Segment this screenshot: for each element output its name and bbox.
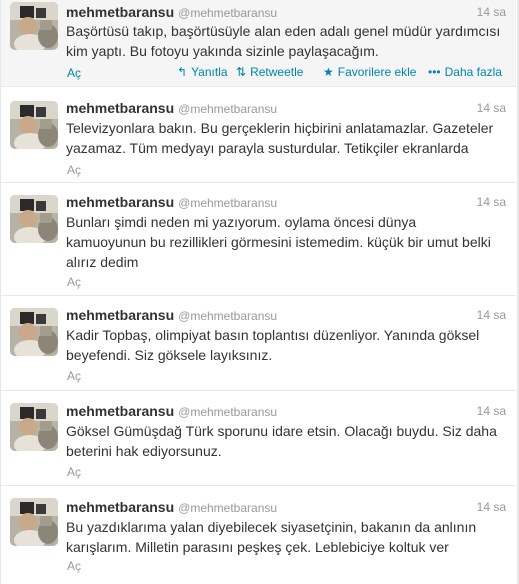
author-handle[interactable]: @mehmetbaransu	[178, 196, 277, 210]
author-name[interactable]: mehmetbaransu	[66, 403, 174, 419]
tweet-text: Kadir Topbaş, olimpiyat basın toplantısı…	[66, 325, 506, 365]
tweet-item[interactable]: mehmetbaransu @mehmetbaransu 14 sa Kadir …	[1, 296, 516, 391]
avatar[interactable]	[10, 2, 58, 50]
reply-arrow-icon: ↰	[177, 65, 188, 79]
author-name[interactable]: mehmetbaransu	[66, 100, 174, 116]
expand-tweet-link[interactable]: Aç	[67, 559, 81, 573]
tweet-text-line: kim yaptı. Bu fotoyu yakında sizinle pay…	[66, 43, 379, 59]
tweet-header: mehmetbaransu @mehmetbaransu 14 sa	[66, 499, 506, 517]
tweet-text-line: kamuoyunun bu rezillikleri görmesini ist…	[66, 234, 491, 250]
tweet-text: Bu yazdıklarıma yalan diyebilecek siyase…	[66, 517, 506, 557]
favorite-label: Favorilere ekle	[337, 65, 417, 79]
author-handle[interactable]: @mehmetbaransu	[178, 6, 277, 20]
author-handle[interactable]: @mehmetbaransu	[178, 405, 277, 419]
author-handle[interactable]: @mehmetbaransu	[178, 501, 277, 515]
tweet-header: mehmetbaransu @mehmetbaransu 14 sa	[66, 100, 506, 118]
expand-tweet-link[interactable]: Aç	[67, 369, 81, 383]
avatar[interactable]	[10, 195, 58, 243]
retweet-arrows-icon: ⇅	[236, 65, 247, 79]
more-button[interactable]: ••• Daha fazla	[428, 65, 502, 79]
tweet-timestamp[interactable]: 14 sa	[477, 500, 506, 514]
tweet-text-line: Bunları şimdi neden mi yazıyorum. oylama…	[66, 214, 417, 230]
tweet-header: mehmetbaransu @mehmetbaransu 14 sa	[66, 307, 506, 325]
tweet-item[interactable]: mehmetbaransu @mehmetbaransu 14 sa Göksel…	[1, 391, 516, 486]
author-name[interactable]: mehmetbaransu	[66, 4, 174, 20]
avatar[interactable]	[10, 403, 58, 451]
tweet-item[interactable]: mehmetbaransu @mehmetbaransu 14 sa Başört…	[1, 0, 516, 87]
retweet-label: Retweetle	[250, 65, 304, 79]
tweet-text-line: Başörtüsü takıp, başörtüsüyle alan eden …	[66, 23, 501, 39]
tweet-item[interactable]: mehmetbaransu @mehmetbaransu 14 sa Televi…	[1, 87, 516, 183]
tweet-text: Başörtüsü takıp, başörtüsüyle alan eden …	[66, 21, 506, 61]
tweet-text-line: beterini hak ediyorsunuz.	[66, 443, 222, 459]
expand-tweet-link[interactable]: Aç	[67, 163, 81, 177]
avatar[interactable]	[10, 308, 58, 356]
more-label: Daha fazla	[444, 65, 502, 79]
tweet-text-line: Göksel Gümüşdağ Türk sporunu idare etsin…	[66, 423, 497, 439]
tweet-text-line: alırız dedim	[66, 254, 139, 270]
retweet-button[interactable]: ⇅ Retweetle	[236, 65, 303, 79]
tweet-timestamp[interactable]: 14 sa	[477, 5, 506, 19]
tweet-text: Göksel Gümüşdağ Türk sporunu idare etsin…	[66, 421, 506, 461]
tweet-text-line: Bu yazdıklarıma yalan diyebilecek siyase…	[66, 519, 477, 535]
reply-label: Yanıtla	[191, 65, 228, 79]
avatar[interactable]	[10, 101, 58, 149]
tweet-timestamp[interactable]: 14 sa	[477, 308, 506, 322]
expand-tweet-link[interactable]: Aç	[67, 66, 81, 80]
author-handle[interactable]: @mehmetbaransu	[178, 309, 277, 323]
expand-tweet-link[interactable]: Aç	[67, 465, 81, 479]
star-icon: ★	[323, 65, 334, 79]
tweet-header: mehmetbaransu @mehmetbaransu 14 sa	[66, 4, 506, 22]
tweet-text-line: Kadir Topbaş, olimpiyat basın toplantısı…	[66, 327, 480, 343]
author-name[interactable]: mehmetbaransu	[66, 194, 174, 210]
reply-button[interactable]: ↰ Yanıtla	[177, 65, 228, 79]
tweet-text-line: Televizyonlara bakın. Bu gerçeklerin hiç…	[66, 120, 494, 136]
tweet-item[interactable]: mehmetbaransu @mehmetbaransu 14 sa Bunlar…	[1, 183, 516, 296]
tweet-text: Televizyonlara bakın. Bu gerçeklerin hiç…	[66, 118, 506, 158]
tweet-item[interactable]: mehmetbaransu @mehmetbaransu 14 sa Bu yaz…	[1, 486, 516, 584]
tweet-text-line: yazamaz. Tüm medyayı parayla susturdular…	[66, 140, 469, 156]
tweet-timestamp[interactable]: 14 sa	[477, 101, 506, 115]
favorite-button[interactable]: ★ Favorilere ekle	[323, 65, 416, 79]
expand-tweet-link[interactable]: Aç	[67, 275, 81, 289]
tweet-header: mehmetbaransu @mehmetbaransu 14 sa	[66, 403, 506, 421]
tweet-text-line: beyefendi. Siz göksele layıksınız.	[66, 347, 273, 363]
author-handle[interactable]: @mehmetbaransu	[178, 102, 277, 116]
tweet-timestamp[interactable]: 14 sa	[477, 404, 506, 418]
avatar[interactable]	[10, 498, 58, 546]
tweet-header: mehmetbaransu @mehmetbaransu 14 sa	[66, 194, 506, 212]
author-name[interactable]: mehmetbaransu	[66, 499, 174, 515]
tweet-text-line: karışlarım. Milletin parasını peşkeş çek…	[66, 539, 449, 555]
tweet-text: Bunları şimdi neden mi yazıyorum. oylama…	[66, 212, 506, 272]
tweet-actions: ↰ Yanıtla ⇅ Retweetle ★ Favorilere ekle …	[177, 65, 506, 81]
author-name[interactable]: mehmetbaransu	[66, 307, 174, 323]
tweet-timestamp[interactable]: 14 sa	[477, 195, 506, 209]
ellipsis-icon: •••	[428, 65, 441, 79]
